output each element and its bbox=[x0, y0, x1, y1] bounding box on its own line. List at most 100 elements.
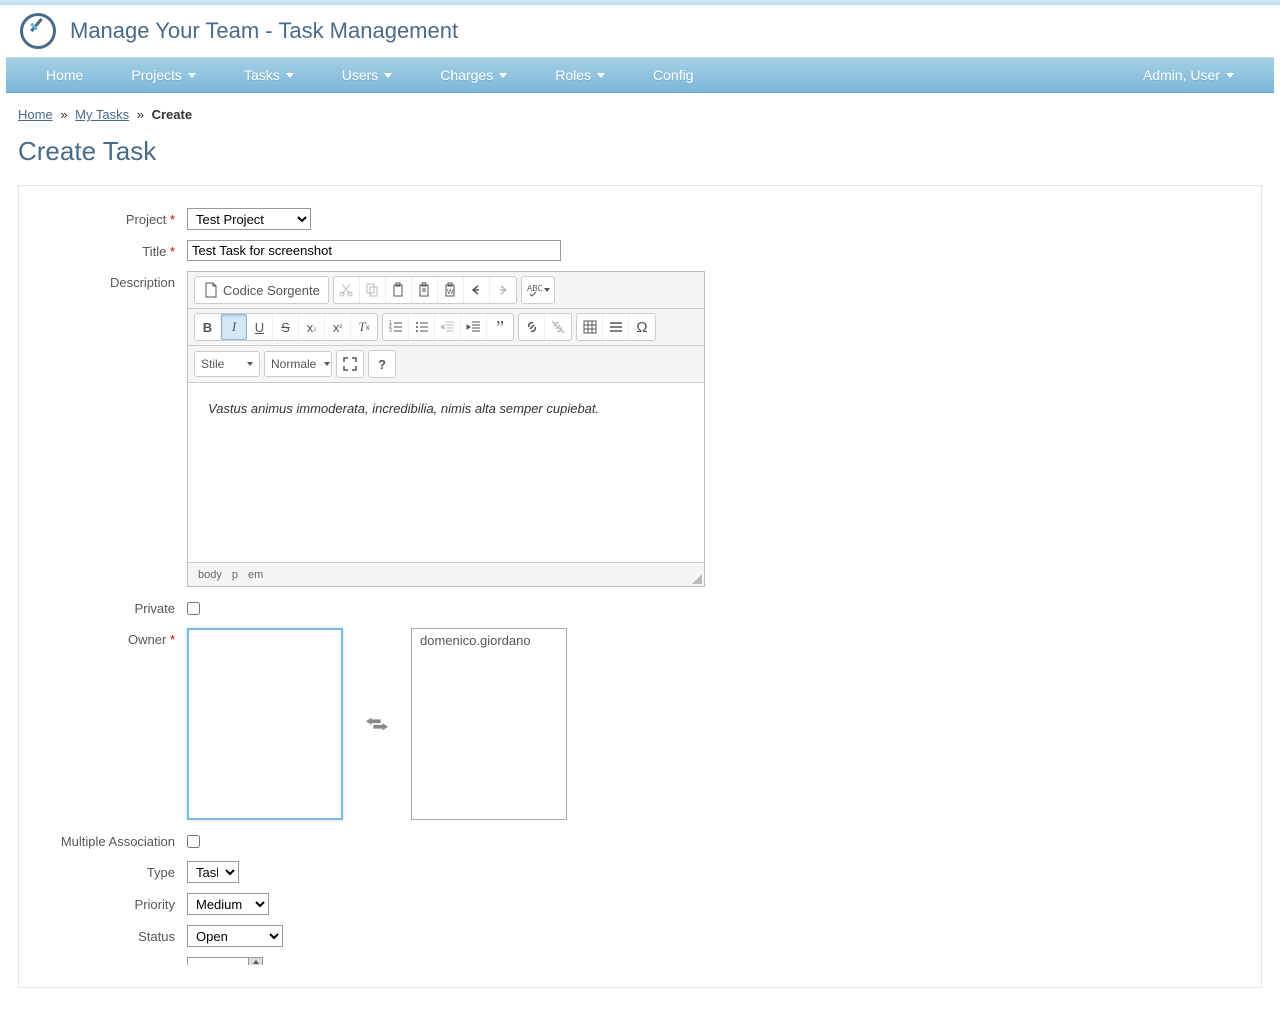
path-em[interactable]: em bbox=[248, 569, 263, 581]
subscript-button[interactable]: x₂ bbox=[299, 314, 325, 340]
chevron-down-icon bbox=[324, 362, 330, 366]
owner-available-list[interactable]: domenico.giordano bbox=[411, 628, 567, 820]
nav-config[interactable]: Config bbox=[641, 58, 705, 92]
rich-text-editor: Codice Sorgente W bbox=[187, 271, 705, 587]
label-owner: Owner * bbox=[37, 628, 187, 820]
maximize-icon bbox=[342, 356, 358, 372]
outdent-icon bbox=[440, 319, 456, 335]
chevron-down-icon bbox=[188, 73, 196, 78]
svg-text:W: W bbox=[447, 289, 454, 296]
breadcrumb: Home » My Tasks » Create bbox=[18, 107, 1262, 122]
superscript-button[interactable]: x² bbox=[325, 314, 351, 340]
special-char-button[interactable]: Ω bbox=[629, 314, 655, 340]
undo-icon bbox=[468, 282, 484, 298]
stepper-up-icon[interactable] bbox=[248, 958, 262, 965]
format-select[interactable]: Normale bbox=[264, 351, 332, 377]
priority-select[interactable]: Medium bbox=[187, 893, 269, 915]
link-button[interactable] bbox=[519, 314, 545, 340]
paste-icon bbox=[390, 282, 406, 298]
paste-button[interactable] bbox=[386, 277, 412, 303]
paste-text-icon bbox=[416, 282, 432, 298]
label-multiple-assoc: Multiple Association bbox=[37, 830, 187, 851]
copy-icon bbox=[364, 282, 380, 298]
chevron-down-icon bbox=[286, 73, 294, 78]
breadcrumb-current: Create bbox=[152, 107, 192, 122]
type-select[interactable]: Task bbox=[187, 861, 239, 883]
table-button[interactable] bbox=[577, 314, 603, 340]
chevron-down-icon bbox=[499, 73, 507, 78]
multiple-assoc-checkbox[interactable] bbox=[187, 835, 200, 848]
swap-button[interactable] bbox=[365, 715, 389, 733]
maximize-button[interactable] bbox=[337, 351, 363, 377]
nav-tasks[interactable]: Tasks bbox=[232, 58, 306, 92]
header: Manage Your Team - Task Management bbox=[0, 5, 1280, 57]
numbered-list-button[interactable]: 123 bbox=[383, 314, 409, 340]
remove-format-button[interactable]: Tx bbox=[351, 314, 377, 340]
label-partial bbox=[37, 957, 187, 965]
copy-button[interactable] bbox=[360, 277, 386, 303]
editor-toolbar-row1: Codice Sorgente W bbox=[188, 272, 704, 309]
label-type: Type bbox=[37, 861, 187, 883]
document-icon bbox=[203, 282, 219, 298]
bullet-list-button[interactable] bbox=[409, 314, 435, 340]
path-p[interactable]: p bbox=[232, 569, 238, 581]
label-priority: Priority bbox=[37, 893, 187, 915]
label-status: Status bbox=[37, 925, 187, 947]
app-logo bbox=[20, 13, 56, 49]
label-private: Private bbox=[37, 597, 187, 618]
svg-text:3: 3 bbox=[389, 328, 392, 334]
italic-button[interactable]: I bbox=[221, 314, 247, 340]
link-icon bbox=[524, 319, 540, 335]
indent-button[interactable] bbox=[461, 314, 487, 340]
label-description: Description bbox=[37, 271, 187, 587]
undo-button[interactable] bbox=[464, 277, 490, 303]
paste-word-button[interactable]: W bbox=[438, 277, 464, 303]
swap-icon bbox=[366, 716, 388, 732]
nav-home[interactable]: Home bbox=[34, 58, 95, 92]
style-select[interactable]: Stile bbox=[194, 351, 260, 377]
hr-button[interactable] bbox=[603, 314, 629, 340]
paste-text-button[interactable] bbox=[412, 277, 438, 303]
partial-stepper[interactable] bbox=[187, 957, 263, 965]
title-input[interactable] bbox=[187, 240, 561, 261]
spellcheck-button[interactable]: ABC bbox=[522, 277, 554, 303]
editor-toolbar-row3: Stile Normale ? bbox=[188, 346, 704, 383]
page-title: Create Task bbox=[18, 136, 1262, 167]
status-select[interactable]: Open bbox=[187, 925, 283, 947]
redo-button[interactable] bbox=[490, 277, 516, 303]
chevron-down-icon bbox=[247, 362, 253, 366]
cut-button[interactable] bbox=[334, 277, 360, 303]
spellcheck-icon: ABC bbox=[526, 282, 542, 298]
source-button[interactable]: Codice Sorgente bbox=[195, 277, 328, 303]
nav-charges[interactable]: Charges bbox=[428, 58, 519, 92]
breadcrumb-mytasks[interactable]: My Tasks bbox=[75, 107, 129, 122]
chevron-down-icon bbox=[544, 288, 550, 292]
unlink-icon bbox=[550, 319, 566, 335]
owner-selected-list[interactable] bbox=[187, 628, 343, 820]
blockquote-button[interactable]: ” bbox=[487, 314, 513, 340]
form-panel: Project * Test Project Title * Descripti… bbox=[18, 185, 1262, 988]
nav-users[interactable]: Users bbox=[330, 58, 405, 92]
nav-roles[interactable]: Roles bbox=[543, 58, 617, 92]
nav-projects[interactable]: Projects bbox=[119, 58, 208, 92]
outdent-button[interactable] bbox=[435, 314, 461, 340]
resize-handle[interactable] bbox=[692, 574, 702, 584]
project-select[interactable]: Test Project bbox=[187, 208, 311, 230]
redo-icon bbox=[495, 282, 511, 298]
svg-text:ABC: ABC bbox=[527, 284, 542, 293]
strike-button[interactable]: S bbox=[273, 314, 299, 340]
label-project: Project * bbox=[37, 208, 187, 230]
path-body[interactable]: body bbox=[198, 569, 222, 581]
private-checkbox[interactable] bbox=[187, 602, 200, 615]
help-button[interactable]: ? bbox=[369, 351, 395, 377]
editor-elements-path: body p em bbox=[188, 562, 704, 586]
bold-button[interactable]: B bbox=[195, 314, 221, 340]
chevron-down-icon bbox=[1226, 73, 1234, 78]
editor-content[interactable]: Vastus animus immoderata, incredibilia, … bbox=[188, 383, 704, 562]
chevron-down-icon bbox=[384, 73, 392, 78]
nav-user-menu[interactable]: Admin, User bbox=[1131, 58, 1246, 92]
breadcrumb-home[interactable]: Home bbox=[18, 107, 53, 122]
unlink-button[interactable] bbox=[545, 314, 571, 340]
list-item[interactable]: domenico.giordano bbox=[414, 631, 564, 650]
underline-button[interactable]: U bbox=[247, 314, 273, 340]
